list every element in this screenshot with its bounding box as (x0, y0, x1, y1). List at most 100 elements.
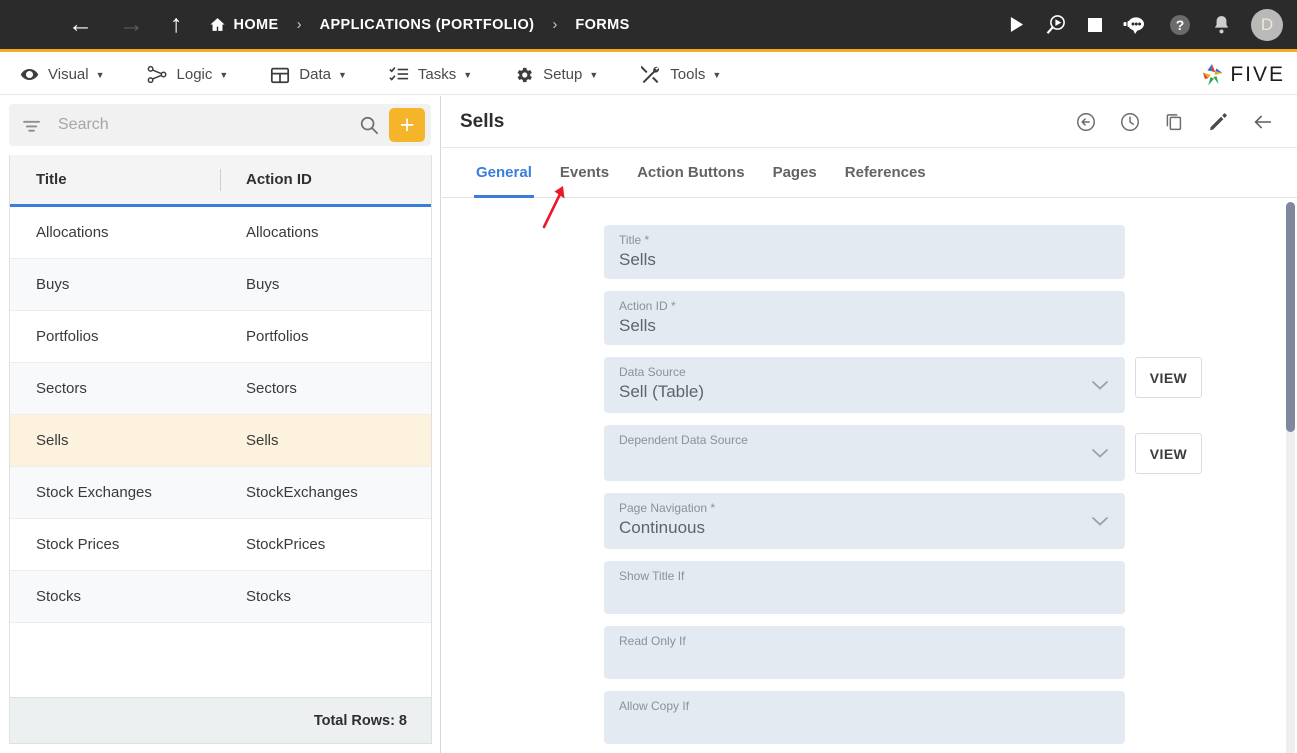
field-data-source[interactable]: Data Source Sell (Table) (604, 357, 1125, 413)
stop-icon[interactable] (1088, 17, 1102, 32)
tab-general[interactable]: General (462, 148, 546, 198)
table-row[interactable]: Stock Exchanges StockExchanges (10, 467, 431, 519)
svg-text:?: ? (1176, 17, 1185, 33)
breadcrumb-separator: › (552, 16, 558, 33)
bell-icon[interactable] (1212, 14, 1231, 35)
cell-action-id: Sells (246, 432, 279, 449)
logic-nodes-icon (147, 65, 168, 84)
up-arrow-icon[interactable]: ↑ (170, 12, 183, 37)
breadcrumb-item-home[interactable]: HOME (234, 17, 279, 33)
cell-action-id: Stocks (246, 588, 292, 605)
column-header-title[interactable]: Title (10, 171, 220, 188)
field-value: Sells (619, 250, 656, 270)
chevron-down-icon[interactable] (1091, 515, 1109, 527)
table-row[interactable]: Sectors Sectors (10, 363, 431, 415)
menu-item-logic[interactable]: Logic ▼ (147, 65, 229, 84)
five-logo: FIVE (1199, 62, 1285, 88)
back-arrow-icon[interactable]: ← (68, 12, 93, 37)
field-page-navigation[interactable]: Page Navigation * Continuous (604, 493, 1125, 549)
chevron-down-icon[interactable] (1091, 379, 1109, 391)
run-play-icon[interactable] (1009, 16, 1024, 33)
help-icon[interactable]: ? (1168, 13, 1192, 37)
field-label: Data Source (619, 365, 686, 379)
add-form-button[interactable]: + (389, 108, 425, 142)
grid-header-row: Title Action ID (10, 155, 431, 207)
tab-label: Events (559, 164, 610, 181)
menu-item-tasks[interactable]: Tasks ▼ (389, 65, 472, 84)
form-row-read-only-if: Read Only If (604, 626, 1297, 679)
field-value: Sell (Table) (619, 382, 705, 402)
debug-icon[interactable] (1044, 13, 1068, 37)
table-row[interactable]: Portfolios Portfolios (10, 311, 431, 363)
cell-title: Sectors (36, 380, 87, 397)
checklist-icon (389, 65, 409, 84)
chevron-down-icon: ▼ (589, 69, 599, 80)
chevron-down-icon: ▼ (95, 69, 105, 80)
field-label: Dependent Data Source (619, 433, 748, 447)
menu-item-setup[interactable]: Setup ▼ (514, 65, 598, 85)
form-scroll-area: Title * Sells Action ID * Sells Data Sou… (442, 198, 1297, 753)
field-title[interactable]: Title * Sells (604, 225, 1125, 279)
filter-icon[interactable] (23, 118, 42, 133)
revert-icon[interactable] (1075, 111, 1097, 133)
field-label: Page Navigation * (619, 501, 716, 515)
tab-action-buttons[interactable]: Action Buttons (623, 148, 758, 197)
tab-references[interactable]: References (831, 148, 940, 197)
cell-action-id: Buys (246, 276, 280, 293)
close-back-icon[interactable] (1251, 110, 1275, 134)
field-label: Read Only If (619, 634, 686, 648)
form-row-show-title-if: Show Title If (604, 561, 1297, 614)
chevron-down-icon[interactable] (1091, 447, 1109, 459)
menu-item-data[interactable]: Data ▼ (270, 65, 347, 85)
field-label: Title * (619, 233, 650, 247)
menu-label: Tasks (417, 66, 457, 83)
cell-title: Allocations (36, 224, 109, 241)
top-navigation-bar: ← → ↑ HOME › APPLICATIONS (PORTFOLIO) › … (0, 0, 1297, 52)
menu-label: Logic (176, 66, 213, 83)
topbar-actions: ? D (1009, 8, 1283, 41)
tab-events[interactable]: Events (546, 148, 623, 197)
table-row[interactable]: Allocations Allocations (10, 207, 431, 259)
field-action-id[interactable]: Action ID * Sells (604, 291, 1125, 345)
search-icon[interactable] (359, 115, 379, 135)
field-show-title-if[interactable]: Show Title If (604, 561, 1125, 614)
table-row[interactable]: Stock Prices StockPrices (10, 519, 431, 571)
table-row[interactable]: Stocks Stocks (10, 571, 431, 623)
form-detail-panel: Sells General Events Action Buttons Page… (442, 96, 1297, 753)
menu-label: Setup (543, 66, 583, 83)
field-dependent-data-source[interactable]: Dependent Data Source (604, 425, 1125, 481)
history-icon[interactable] (1119, 111, 1141, 133)
forms-grid: Title Action ID Allocations Allocations … (9, 155, 432, 744)
table-row[interactable]: Buys Buys (10, 259, 431, 311)
chevron-down-icon: ▼ (219, 69, 229, 80)
table-row-selected[interactable]: Sells Sells (10, 415, 431, 467)
scrollbar-thumb[interactable] (1286, 202, 1295, 432)
field-allow-copy-if[interactable]: Allow Copy If (604, 691, 1125, 744)
cell-title: Sells (36, 432, 69, 449)
menu-item-visual[interactable]: Visual ▼ (20, 65, 105, 84)
edit-pencil-icon[interactable] (1207, 111, 1229, 133)
column-header-action-id[interactable]: Action ID (221, 171, 312, 188)
bot-icon[interactable] (1122, 15, 1148, 35)
copy-icon[interactable] (1163, 111, 1185, 133)
detail-tabs: General Events Action Buttons Pages Refe… (442, 148, 1297, 198)
vertical-scrollbar[interactable] (1286, 202, 1295, 753)
view-dependent-data-source-button[interactable]: VIEW (1135, 433, 1202, 474)
view-data-source-button[interactable]: VIEW (1135, 357, 1202, 398)
menu-label: Tools (670, 66, 706, 83)
grid-body: Allocations Allocations Buys Buys Portfo… (10, 207, 431, 697)
detail-header: Sells (442, 96, 1297, 148)
tab-pages[interactable]: Pages (759, 148, 831, 197)
menu-item-tools[interactable]: Tools ▼ (640, 64, 721, 85)
breadcrumb-item-forms[interactable]: FORMS (575, 17, 629, 33)
breadcrumb: HOME › APPLICATIONS (PORTFOLIO) › FORMS (209, 16, 630, 33)
field-read-only-if[interactable]: Read Only If (604, 626, 1125, 679)
avatar[interactable]: D (1251, 8, 1283, 41)
field-value: Continuous (619, 518, 706, 538)
detail-header-actions (1075, 110, 1275, 134)
form-row-action-id: Action ID * Sells (604, 291, 1297, 345)
breadcrumb-item-applications[interactable]: APPLICATIONS (PORTFOLIO) (320, 17, 535, 33)
forward-arrow-icon[interactable]: → (119, 12, 144, 37)
hamburger-icon[interactable] (22, 20, 44, 30)
search-input[interactable] (58, 116, 359, 134)
